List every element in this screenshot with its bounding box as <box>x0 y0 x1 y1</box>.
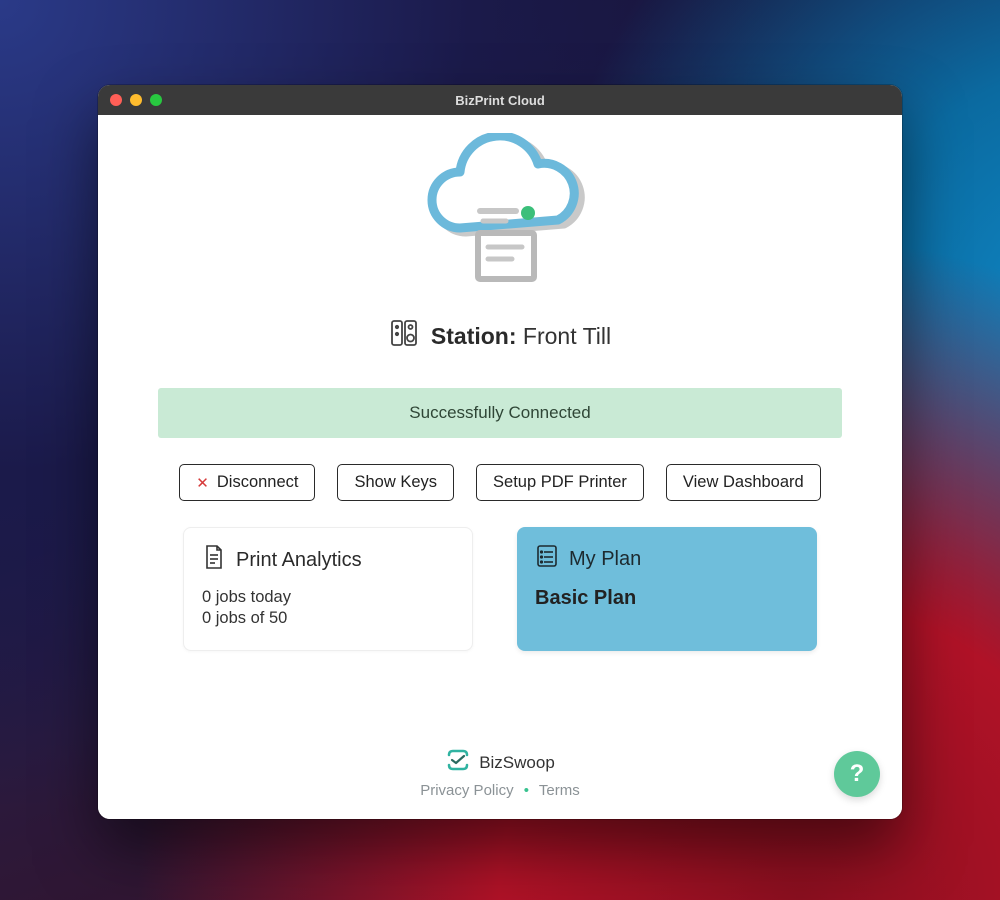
analytics-jobs-of-limit: 0 jobs of 50 <box>202 609 454 628</box>
setup-pdf-printer-button[interactable]: Setup PDF Printer <box>476 464 644 501</box>
cloud-printer-icon <box>400 133 600 308</box>
window-controls <box>110 94 162 106</box>
view-dashboard-button-label: View Dashboard <box>683 473 804 492</box>
fullscreen-window-button[interactable] <box>150 94 162 106</box>
minimize-window-button[interactable] <box>130 94 142 106</box>
close-icon: ✕ <box>196 474 209 492</box>
footer-separator: • <box>524 782 529 799</box>
setup-pdf-printer-button-label: Setup PDF Printer <box>493 473 627 492</box>
station-name: Front Till <box>523 323 611 349</box>
disconnect-button-label: Disconnect <box>217 473 299 492</box>
footer-links: Privacy Policy • Terms <box>420 782 580 799</box>
footer: BizSwoop Privacy Policy • Terms <box>420 719 580 799</box>
print-analytics-card[interactable]: Print Analytics 0 jobs today 0 jobs of 5… <box>183 527 473 651</box>
analytics-jobs-today: 0 jobs today <box>202 588 454 607</box>
show-keys-button-label: Show Keys <box>354 473 437 492</box>
close-window-button[interactable] <box>110 94 122 106</box>
titlebar: BizPrint Cloud <box>98 85 902 115</box>
plan-title: My Plan <box>569 548 641 571</box>
terms-link[interactable]: Terms <box>539 782 580 799</box>
help-button[interactable]: ? <box>834 751 880 797</box>
view-dashboard-button[interactable]: View Dashboard <box>666 464 821 501</box>
checklist-icon <box>535 543 559 575</box>
action-button-row: ✕ Disconnect Show Keys Setup PDF Printer… <box>158 464 842 501</box>
my-plan-card[interactable]: My Plan Basic Plan <box>517 527 817 651</box>
document-icon <box>202 544 226 576</box>
cards-row: Print Analytics 0 jobs today 0 jobs of 5… <box>158 527 842 651</box>
station-label: Station: <box>431 323 517 349</box>
bizswoop-logo-icon <box>445 749 471 776</box>
show-keys-button[interactable]: Show Keys <box>337 464 454 501</box>
window-title: BizPrint Cloud <box>98 93 902 108</box>
station-icon <box>389 318 419 354</box>
analytics-title: Print Analytics <box>236 549 362 572</box>
disconnect-button[interactable]: ✕ Disconnect <box>179 464 315 501</box>
privacy-policy-link[interactable]: Privacy Policy <box>420 782 513 799</box>
app-window: BizPrint Cloud <box>98 85 902 819</box>
brand-row: BizSwoop <box>445 749 555 776</box>
plan-name: Basic Plan <box>535 587 799 610</box>
station-row: Station: Front Till <box>389 318 611 354</box>
connection-status-banner: Successfully Connected <box>158 388 842 438</box>
brand-name: BizSwoop <box>479 753 555 773</box>
question-icon: ? <box>850 760 865 788</box>
content-area: Station: Front Till Successfully Connect… <box>98 115 902 819</box>
